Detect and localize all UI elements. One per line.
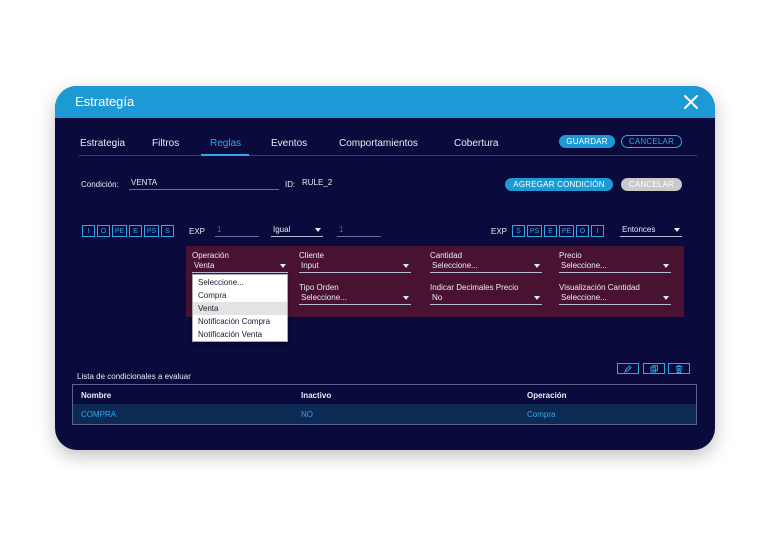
tab-filtros[interactable]: Filtros <box>152 138 179 149</box>
left-operand-buttons: I O PE E PS S <box>82 225 174 237</box>
decimales-select[interactable]: No <box>430 293 542 305</box>
cell-inactivo: NO <box>301 410 313 419</box>
add-condition-button[interactable]: AGREGAR CONDICIÓN <box>505 178 613 191</box>
visualizacion-select[interactable]: Seleccione... <box>559 293 671 305</box>
condition-input[interactable]: VENTA <box>129 178 279 190</box>
cliente-value: Input <box>301 261 319 270</box>
chevron-down-icon <box>534 296 540 300</box>
then-select[interactable]: Entonces <box>620 225 682 237</box>
chevron-down-icon <box>403 296 409 300</box>
left-op-i[interactable]: I <box>82 225 95 237</box>
condition-label: Condición: <box>81 180 119 189</box>
left-op-ps[interactable]: PS <box>144 225 159 237</box>
cantidad-select[interactable]: Seleccione... <box>430 261 542 273</box>
tipo-orden-label: Tipo Orden <box>299 283 339 292</box>
right-op-e[interactable]: E <box>544 225 557 237</box>
precio-label: Precio <box>559 251 582 260</box>
chevron-down-icon <box>315 228 321 232</box>
visualizacion-value: Seleccione... <box>561 293 607 302</box>
right-operand-buttons: S PS E PE O I <box>512 225 604 237</box>
tab-comportamientos[interactable]: Comportamientos <box>339 138 418 149</box>
column-header-inactivo: Inactivo <box>301 391 332 400</box>
operator-value: Igual <box>273 225 291 234</box>
cantidad-value: Seleccione... <box>432 261 478 270</box>
cell-operacion: Compra <box>527 410 556 419</box>
right-op-i[interactable]: I <box>591 225 604 237</box>
chevron-down-icon <box>674 228 680 232</box>
left-exp-input[interactable]: 1 <box>215 225 259 237</box>
chevron-down-icon <box>663 296 669 300</box>
cancel-button[interactable]: CANCELAR <box>621 135 682 148</box>
chevron-down-icon <box>403 264 409 268</box>
title-bar: Estrategía <box>55 86 715 118</box>
operator-select[interactable]: Igual <box>271 225 323 237</box>
then-value: Entonces <box>622 225 656 234</box>
option-notificacion-compra[interactable]: Notificación Compra <box>193 315 287 328</box>
operacion-select[interactable]: Venta <box>192 261 288 273</box>
chevron-down-icon <box>663 264 669 268</box>
option-venta[interactable]: Venta <box>193 302 287 315</box>
column-header-nombre: Nombre <box>81 391 112 400</box>
tipo-orden-value: Seleccione... <box>301 293 347 302</box>
conditions-table: Nombre Inactivo Operación COMPRA NO Comp… <box>72 384 697 425</box>
tipo-orden-select[interactable]: Seleccione... <box>299 293 411 305</box>
option-compra[interactable]: Compra <box>193 289 287 302</box>
right-op-ps[interactable]: PS <box>527 225 542 237</box>
exp-label-right: EXP <box>491 227 508 236</box>
tab-reglas[interactable]: Reglas <box>210 138 241 149</box>
cliente-label: Cliente <box>299 251 324 260</box>
chevron-down-icon <box>534 264 540 268</box>
save-button[interactable]: GUARDAR <box>559 135 615 148</box>
right-op-s[interactable]: S <box>512 225 525 237</box>
copy-icon[interactable] <box>643 363 665 374</box>
left-op-e[interactable]: E <box>129 225 142 237</box>
right-op-o[interactable]: O <box>576 225 589 237</box>
tab-divider <box>79 155 697 156</box>
active-tab-indicator <box>201 154 249 156</box>
precio-select[interactable]: Seleccione... <box>559 261 671 273</box>
decimales-value: No <box>432 293 443 302</box>
left-op-pe[interactable]: PE <box>112 225 127 237</box>
decimales-label: Indicar Decimales Precio <box>430 283 519 292</box>
id-value: RULE_2 <box>302 178 333 187</box>
strategy-window: Estrategía Estrategia Filtros Reglas Eve… <box>55 86 715 450</box>
left-op-o[interactable]: O <box>97 225 110 237</box>
cell-nombre: COMPRA <box>81 410 117 419</box>
cliente-select[interactable]: Input <box>299 261 411 273</box>
operacion-dropdown-menu: Seleccione... Compra Venta Notificación … <box>192 274 288 342</box>
edit-icon[interactable] <box>617 363 639 374</box>
id-label: ID: <box>285 180 296 189</box>
table-row[interactable]: COMPRA NO Compra <box>73 404 696 424</box>
trash-icon[interactable] <box>668 363 690 374</box>
condition-cancel-button[interactable]: CANCELAR <box>621 178 682 191</box>
chevron-down-icon <box>280 264 286 268</box>
left-op-s[interactable]: S <box>161 225 174 237</box>
operacion-value: Venta <box>194 261 215 270</box>
option-notificacion-venta[interactable]: Notificación Venta <box>193 328 287 341</box>
right-op-pe[interactable]: PE <box>559 225 574 237</box>
close-icon[interactable] <box>681 92 701 112</box>
right-exp-input[interactable]: 1 <box>337 225 381 237</box>
visualizacion-label: Visualización Cantidad <box>559 283 640 292</box>
exp-label-left: EXP <box>189 227 206 236</box>
tab-eventos[interactable]: Eventos <box>271 138 307 149</box>
window-title: Estrategía <box>75 94 135 109</box>
precio-value: Seleccione... <box>561 261 607 270</box>
list-title: Lista de condicionales a evaluar <box>77 372 191 381</box>
option-seleccione[interactable]: Seleccione... <box>193 276 287 289</box>
tab-cobertura[interactable]: Cobertura <box>454 138 498 149</box>
operacion-label: Operación <box>192 251 229 260</box>
column-header-operacion: Operación <box>527 391 567 400</box>
cantidad-label: Cantidad <box>430 251 463 260</box>
tab-estrategia[interactable]: Estrategia <box>80 138 125 149</box>
